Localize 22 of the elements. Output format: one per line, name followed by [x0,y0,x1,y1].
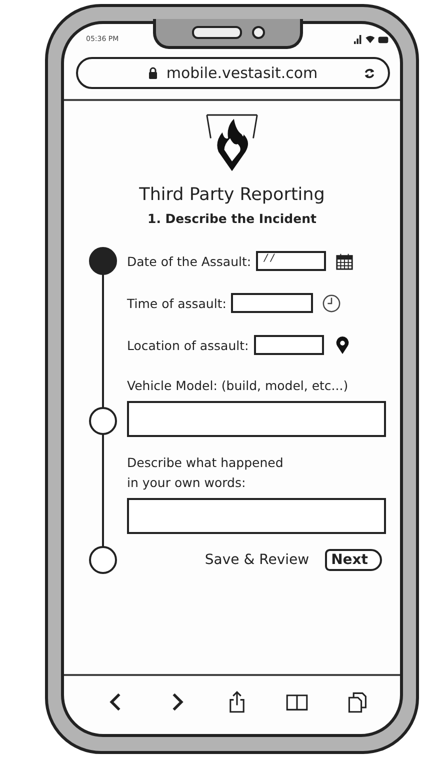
field-label: Location of assault: [127,338,249,352]
address-bar[interactable]: mobile.vestasit.com [76,57,390,89]
calendar-icon[interactable] [335,252,354,270]
input-field[interactable] [127,498,386,534]
field-label: Describe what happened in your own words: [127,454,284,492]
status-icons [354,34,390,44]
next-button[interactable]: Next [325,549,382,572]
lock-icon [148,67,158,79]
reload-icon[interactable] [363,66,376,80]
save-review-link[interactable]: Save & Review [204,552,310,568]
pages-icon[interactable] [346,691,369,713]
input-field[interactable] [127,401,386,438]
clock-icon[interactable] [322,294,342,312]
url-text: mobile.vestasit.com [166,64,318,82]
page-title: Third Party Reporting [139,185,325,205]
field-label: Time of assault: [127,296,226,310]
input-field[interactable]: / / [256,251,326,271]
section-heading: 1. Describe the Incident [148,211,316,226]
field-label: Vehicle Model: (build, model, etc...) [127,377,350,395]
field-label: Date of the Assault: [127,254,252,268]
input-field[interactable] [254,335,324,355]
input-field[interactable] [231,293,314,313]
